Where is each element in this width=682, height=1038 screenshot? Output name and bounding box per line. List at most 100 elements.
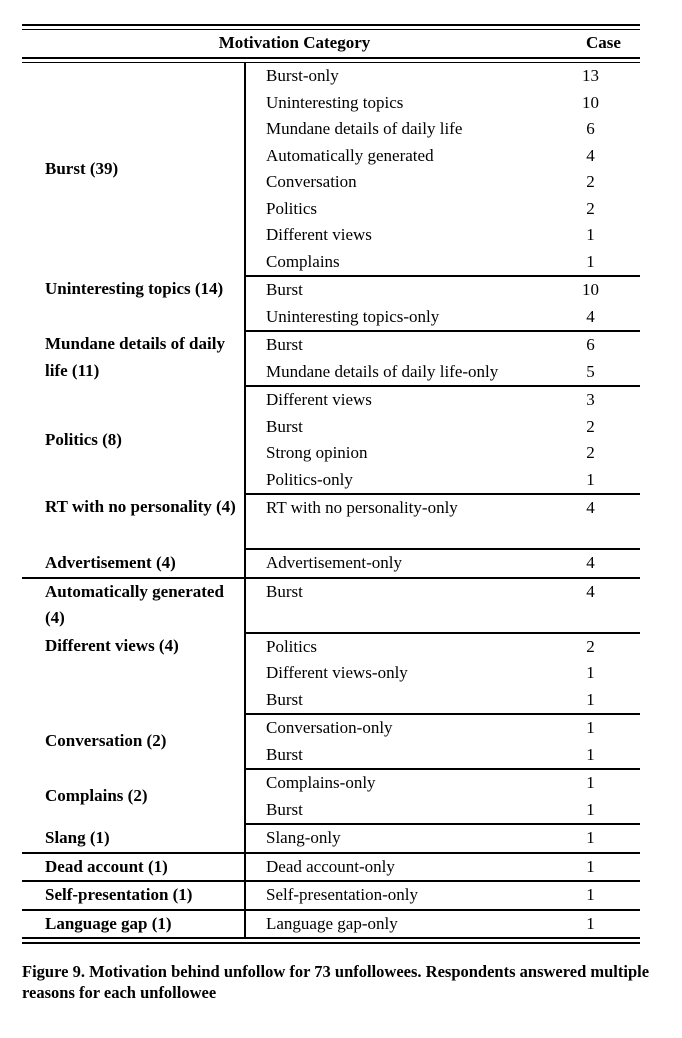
reason-cell: Advertisement-only: [245, 549, 567, 579]
reason-cell: Uninteresting topics: [266, 92, 404, 112]
reason-cell: Mundane details of daily life: [266, 119, 463, 138]
reason-cell: Politics: [266, 636, 318, 656]
table-row: Conversation (2) Conversation-only 1: [22, 714, 640, 769]
category-label-cell: Conversation (2): [22, 714, 246, 769]
reason-cell: Automatically generated: [266, 145, 434, 165]
category-label-cell: Uninteresting topics (14): [22, 276, 246, 331]
case-count-cell: 1: [567, 248, 640, 277]
case-count-cell: 1: [567, 881, 640, 911]
table-row: Advertisement (4) Advertisement-only 4: [22, 549, 640, 579]
reason-cell: Conversation: [266, 172, 357, 191]
category-label-cell: Mundane details of daily life (11): [22, 331, 246, 386]
reason-cell: RT with no personality-only: [266, 498, 458, 517]
category-label-cell: Slang (1): [22, 824, 246, 854]
column-header-motivation-category: Motivation Category: [218, 33, 371, 52]
table-body: Burst (39) Burst-only 13 Uninteresting topi…: [22, 62, 640, 939]
reason-cell: Mundane details of daily life-only: [245, 358, 567, 387]
reason-cell: Strong opinion: [266, 443, 368, 462]
case-count-cell: 10: [582, 280, 599, 299]
reason-cell: Complains-only: [266, 773, 376, 792]
case-count-cell: [567, 605, 640, 634]
reason-cell: Self-presentation-only: [245, 881, 567, 911]
table-header-row: Motivation Category Case: [22, 30, 640, 59]
reason-cell: Burst: [245, 796, 567, 825]
reason-cell: Slang-only: [245, 824, 567, 854]
case-count-cell: 1: [586, 225, 595, 244]
table-row: Politics (8) Different views 3: [22, 386, 640, 494]
case-count-cell: 4: [586, 581, 595, 601]
reason-cell: Politics: [266, 198, 318, 218]
reason-cell: Different views-only: [266, 663, 408, 682]
case-count-cell: 1: [567, 909, 640, 939]
case-count-cell: 13: [582, 66, 599, 85]
category-label-cell: Burst (39): [22, 62, 246, 276]
reason-cell: Burst: [245, 741, 567, 770]
table-row: Uninteresting topics (14) Burst 10: [22, 276, 640, 331]
table-row: Mundane details of daily life (11) Burst 6: [22, 331, 640, 386]
category-label-cell: Self-presentation (1): [22, 881, 246, 911]
case-count-cell: 1: [567, 824, 640, 854]
table-footer: [22, 937, 640, 944]
category-label-cell: Different views (4): [22, 632, 246, 714]
case-count-cell: 4: [586, 145, 595, 165]
reason-cell: Different views: [266, 225, 372, 244]
category-label-cell: Politics (8): [22, 386, 246, 494]
case-count-cell: 4: [586, 498, 595, 517]
case-count-cell: 2: [586, 416, 595, 436]
case-count-cell: 6: [586, 335, 595, 354]
case-count-cell: 6: [586, 119, 595, 138]
table-row: Different views (4) Politics 2: [22, 632, 640, 714]
reason-cell: Burst-only: [266, 66, 339, 85]
case-count-cell: 10: [582, 92, 599, 112]
table-row: Complains (2) Complains-only 1: [22, 769, 640, 824]
case-count-cell: 1: [567, 796, 640, 825]
case-count-cell: 2: [586, 172, 595, 191]
figure-caption: Figure 9. Motivation behind unfollow for…: [22, 962, 650, 1002]
reason-cell: Different views: [266, 390, 372, 409]
table-bottom-rule: [22, 937, 640, 944]
reason-cell: [245, 605, 567, 634]
reason-cell: Burst: [245, 686, 567, 715]
category-label-cell: Advertisement (4): [22, 549, 246, 579]
case-count-cell: 1: [567, 741, 640, 770]
reason-cell: Politics-only: [245, 466, 567, 495]
reason-cell: Burst: [266, 280, 303, 299]
motivation-table-container: Motivation Category Case Burst (39) Burst…: [22, 24, 640, 944]
table-row: Automatically generated (4) Burst 4: [22, 577, 640, 633]
reason-cell: Burst: [266, 416, 303, 436]
reason-cell: Conversation-only: [266, 718, 393, 737]
case-count-cell: 5: [567, 358, 640, 387]
reason-cell: Burst: [266, 335, 303, 354]
category-label-cell: RT with no personality (4): [22, 494, 246, 549]
table-row: Dead account (1) Dead account-only 1: [22, 852, 640, 882]
category-label-cell: Complains (2): [22, 769, 246, 824]
case-count-cell: 1: [567, 466, 640, 495]
table-row: Burst (39) Burst-only 13: [22, 62, 640, 276]
case-count-cell: 2: [586, 443, 595, 462]
category-label-cell: Dead account (1): [22, 852, 246, 882]
table-row: Self-presentation (1) Self-presentation-o…: [22, 881, 640, 911]
reason-cell: Language gap-only: [245, 909, 567, 939]
case-count-cell: 1: [567, 852, 640, 882]
category-label-cell: Language gap (1): [22, 909, 246, 939]
case-count-cell: 4: [567, 549, 640, 579]
reason-cell: Dead account-only: [245, 852, 567, 882]
table-row: Language gap (1) Language gap-only 1: [22, 909, 640, 939]
motivation-category-table: Motivation Category Case Burst (39) Burst…: [22, 24, 640, 944]
case-count-cell: [567, 521, 640, 550]
category-label-cell: Automatically generated (4): [22, 577, 246, 633]
case-count-cell: 1: [586, 663, 595, 682]
case-count-cell: 3: [586, 390, 595, 409]
case-count-cell: 1: [567, 686, 640, 715]
case-count-cell: 2: [586, 636, 595, 656]
table-header: Motivation Category Case: [22, 24, 640, 63]
table-row: Slang (1) Slang-only 1: [22, 824, 640, 854]
case-count-cell: 1: [586, 773, 595, 792]
reason-cell: Uninteresting topics-only: [245, 303, 567, 332]
figure-page: Motivation Category Case Burst (39) Burst…: [0, 0, 682, 1038]
case-count-cell: 4: [567, 303, 640, 332]
reason-cell: [245, 521, 567, 550]
reason-cell: Complains: [245, 248, 567, 277]
reason-cell: Burst: [266, 581, 303, 601]
case-count-cell: 1: [586, 718, 595, 737]
